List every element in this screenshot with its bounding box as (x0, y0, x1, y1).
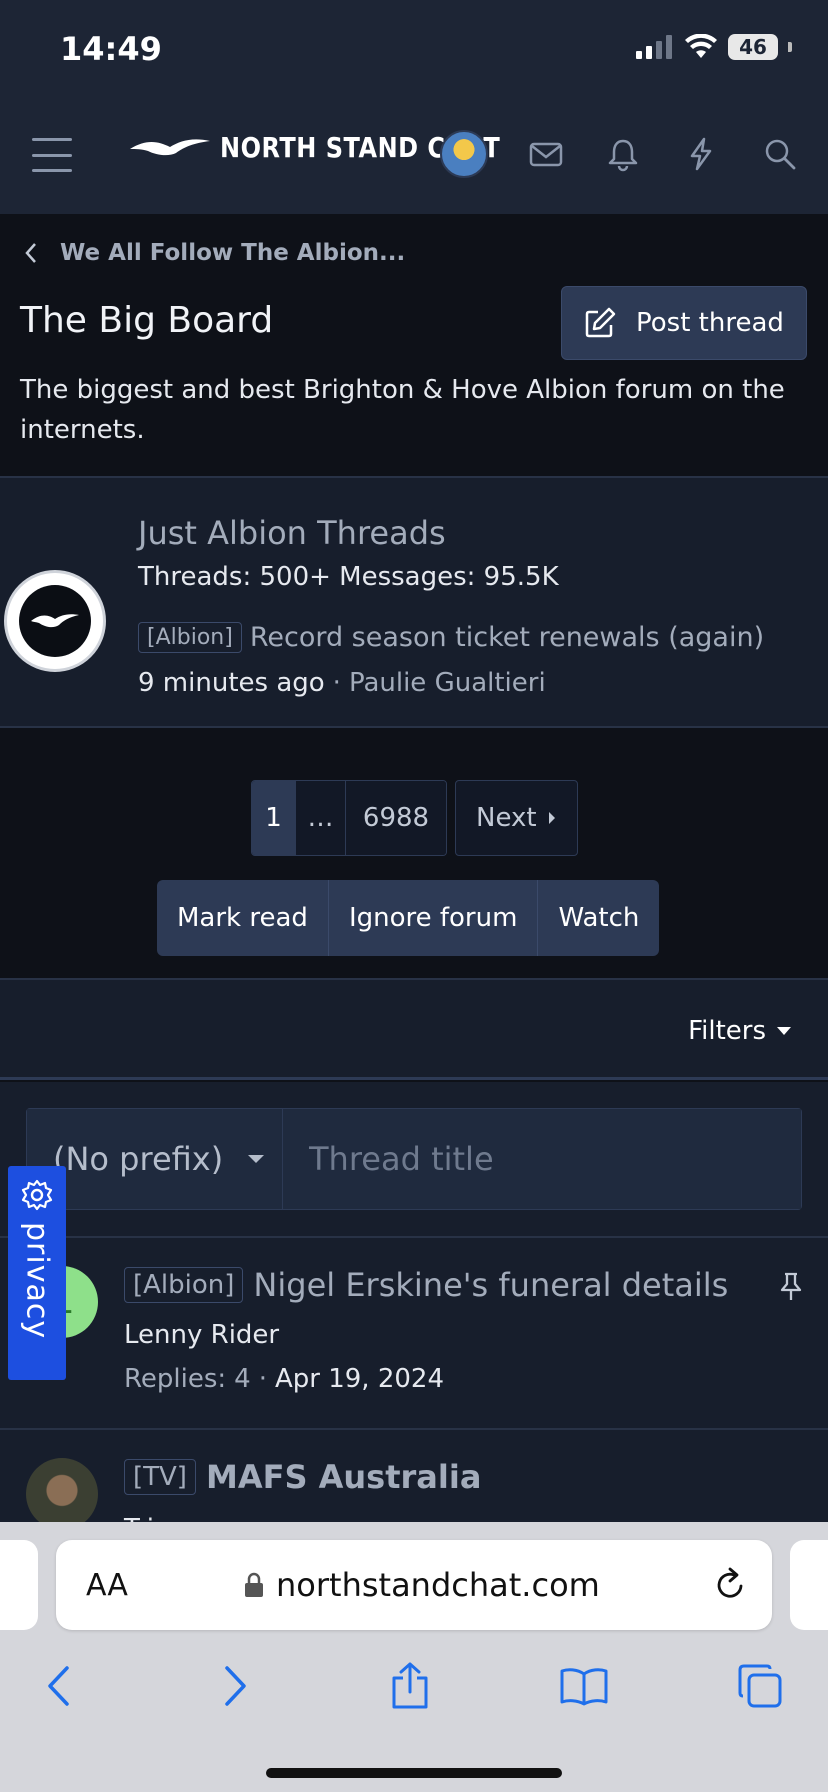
thread-row[interactable]: [TV] MAFS Australia Tri... (0, 1430, 828, 1530)
pin-icon (780, 1272, 802, 1300)
url-display[interactable]: northstandchat.com (244, 1566, 600, 1604)
page-ellipsis[interactable]: … (296, 781, 346, 855)
thread-prefix: [Albion] (138, 622, 242, 653)
bell-icon[interactable] (605, 136, 641, 172)
subforum-card[interactable]: Just Albion Threads Threads: 500+ Messag… (0, 476, 828, 728)
user-avatar[interactable] (440, 130, 488, 178)
filters-button[interactable]: Filters (688, 1016, 792, 1046)
subforum-title[interactable]: Just Albion Threads (138, 514, 446, 552)
latest-thread[interactable]: [Albion] Record season ticket renewals (… (138, 622, 764, 653)
inbox-icon[interactable] (528, 136, 564, 172)
thread-row[interactable]: L [Albion] Nigel Erskine's funeral detai… (0, 1238, 828, 1430)
status-time: 14:49 (60, 30, 162, 68)
previous-tab-preview[interactable] (0, 1540, 38, 1630)
lock-icon (245, 1572, 263, 1597)
next-tab-preview[interactable] (790, 1540, 828, 1630)
mark-read-button[interactable]: Mark read (157, 880, 329, 956)
post-thread-label: Post thread (636, 308, 784, 338)
battery-nub (788, 42, 792, 52)
prefix-select-value: (No prefix) (53, 1140, 224, 1178)
menu-icon[interactable] (32, 138, 72, 172)
page-numbers: 1 … 6988 (251, 780, 447, 856)
thread-title[interactable]: Nigel Erskine's funeral details (253, 1266, 728, 1304)
replies-count: 4 (234, 1364, 251, 1394)
breadcrumb[interactable]: We All Follow The Albion... (24, 240, 405, 266)
latest-thread-title[interactable]: Record season ticket renewals (again) (250, 622, 764, 653)
home-indicator (266, 1768, 562, 1778)
latest-time: 9 minutes ago (138, 668, 325, 698)
thread-prefix: [TV] (124, 1459, 196, 1495)
subforum-stats: Threads: 500+ Messages: 95.5K (138, 562, 559, 592)
page-1[interactable]: 1 (252, 781, 296, 855)
meta-separator: · (332, 668, 341, 698)
quick-thread-form: (No prefix) (26, 1108, 802, 1210)
thread-meta: Replies: 4 · Apr 19, 2024 (124, 1364, 444, 1394)
post-thread-button[interactable]: Post thread (561, 286, 807, 360)
albion-crest-icon (4, 570, 106, 672)
thread-prefix: [Albion] (124, 1267, 244, 1303)
page-last[interactable]: 6988 (346, 781, 446, 855)
author-avatar[interactable] (26, 1458, 98, 1528)
site-header: NORTH STAND CHAT (0, 96, 828, 214)
lightning-icon[interactable] (683, 136, 719, 172)
latest-author[interactable]: Paulie Gualtieri (349, 668, 546, 698)
caret-down-icon (248, 1155, 265, 1163)
back-button[interactable] (28, 1656, 88, 1716)
address-bar[interactable]: AA northstandchat.com (56, 1540, 772, 1630)
status-icons: 46 (636, 34, 792, 60)
seagull-icon (130, 139, 210, 156)
watch-button[interactable]: Watch (538, 880, 659, 956)
wifi-icon (685, 34, 717, 58)
thread-title-input[interactable] (283, 1109, 801, 1209)
thread-title-row[interactable]: [Albion] Nigel Erskine's funeral details (124, 1266, 728, 1304)
chevron-left-icon (25, 243, 36, 263)
tabs-button[interactable] (730, 1656, 790, 1716)
forward-button[interactable] (206, 1656, 266, 1716)
next-label: Next (476, 803, 537, 833)
quick-thread-bar: (No prefix) (0, 1082, 828, 1238)
privacy-label: privacy (19, 1222, 55, 1340)
thread-date: Apr 19, 2024 (274, 1364, 444, 1394)
bookmarks-button[interactable] (554, 1656, 614, 1716)
ignore-forum-button[interactable]: Ignore forum (329, 880, 539, 956)
caret-down-icon (777, 1027, 791, 1035)
replies-label: Replies: (124, 1364, 227, 1394)
filters-bar: Filters (0, 978, 828, 1080)
meta-separator: · (258, 1364, 267, 1394)
thread-author[interactable]: Lenny Rider (124, 1320, 279, 1350)
thread-title[interactable]: MAFS Australia (206, 1458, 481, 1496)
chevron-right-icon (225, 1666, 246, 1706)
chevron-left-icon (48, 1666, 69, 1706)
page-title: The Big Board (20, 300, 274, 341)
share-icon (392, 1662, 428, 1709)
filters-label: Filters (688, 1016, 766, 1046)
compose-icon (585, 307, 616, 338)
thread-title-row[interactable]: [TV] MAFS Australia (124, 1458, 481, 1496)
gear-icon (21, 1179, 53, 1211)
search-icon[interactable] (762, 136, 798, 172)
latest-meta: 9 minutes ago · Paulie Gualtieri (138, 668, 546, 698)
reader-options-button[interactable]: AA (86, 1568, 128, 1603)
browser-toolbar (0, 1636, 828, 1792)
privacy-tab[interactable]: privacy (8, 1166, 66, 1380)
book-icon (560, 1668, 608, 1706)
signal-icon (636, 35, 672, 59)
status-bar: 14:49 46 (0, 0, 828, 96)
browser-address-area: AA northstandchat.com (0, 1522, 828, 1636)
next-page-button[interactable]: Next (455, 780, 578, 856)
battery-icon: 46 (728, 34, 778, 60)
share-button[interactable] (380, 1656, 440, 1716)
domain-text: northstandchat.com (276, 1566, 600, 1604)
forum-description: The biggest and best Brighton & Hove Alb… (20, 375, 785, 445)
breadcrumb-label[interactable]: We All Follow The Albion... (60, 240, 405, 266)
tabs-icon (738, 1664, 782, 1708)
pagination: 1 … 6988 Next (251, 780, 578, 856)
caret-right-icon (548, 812, 555, 824)
reload-icon[interactable] (712, 1566, 748, 1604)
forum-actions: Mark read Ignore forum Watch (157, 880, 660, 956)
